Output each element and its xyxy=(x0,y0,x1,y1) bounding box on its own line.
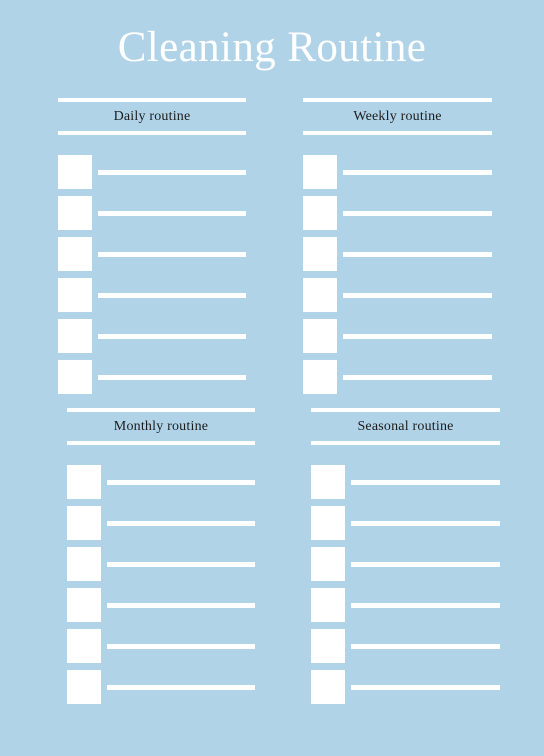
check-row[interactable] xyxy=(311,629,500,663)
write-line[interactable] xyxy=(107,603,255,608)
checkbox[interactable] xyxy=(303,237,337,271)
check-row[interactable] xyxy=(67,547,255,581)
cleaning-routine-page: Cleaning Routine Daily routine Weekly ro… xyxy=(0,0,544,756)
check-row[interactable] xyxy=(303,319,492,353)
checklist-weekly xyxy=(303,155,492,394)
checkbox[interactable] xyxy=(67,588,101,622)
section-header-seasonal: Seasonal routine xyxy=(311,408,500,445)
write-line[interactable] xyxy=(351,562,500,567)
checkbox[interactable] xyxy=(67,629,101,663)
checkbox[interactable] xyxy=(67,465,101,499)
check-row[interactable] xyxy=(58,155,246,189)
checkbox[interactable] xyxy=(311,670,345,704)
checkbox[interactable] xyxy=(58,155,92,189)
write-line[interactable] xyxy=(98,252,246,257)
checkbox[interactable] xyxy=(311,547,345,581)
checkbox[interactable] xyxy=(67,670,101,704)
check-row[interactable] xyxy=(311,547,500,581)
section-daily: Daily routine xyxy=(58,98,246,394)
section-seasonal: Seasonal routine xyxy=(311,408,500,704)
check-row[interactable] xyxy=(58,278,246,312)
checkbox[interactable] xyxy=(67,547,101,581)
section-header-monthly: Monthly routine xyxy=(67,408,255,445)
checkbox[interactable] xyxy=(58,360,92,394)
section-rule-bottom xyxy=(303,131,492,135)
check-row[interactable] xyxy=(303,237,492,271)
section-rule-bottom xyxy=(58,131,246,135)
write-line[interactable] xyxy=(107,685,255,690)
checkbox[interactable] xyxy=(58,319,92,353)
check-row[interactable] xyxy=(67,670,255,704)
write-line[interactable] xyxy=(98,170,246,175)
check-row[interactable] xyxy=(311,465,500,499)
section-header-daily: Daily routine xyxy=(58,98,246,135)
write-line[interactable] xyxy=(351,603,500,608)
checklist-seasonal xyxy=(311,465,500,704)
section-rule-bottom xyxy=(67,441,255,445)
write-line[interactable] xyxy=(351,644,500,649)
check-row[interactable] xyxy=(303,278,492,312)
checkbox[interactable] xyxy=(311,629,345,663)
write-line[interactable] xyxy=(351,685,500,690)
write-line[interactable] xyxy=(343,211,492,216)
write-line[interactable] xyxy=(343,252,492,257)
check-row[interactable] xyxy=(303,155,492,189)
section-header-weekly: Weekly routine xyxy=(303,98,492,135)
checkbox[interactable] xyxy=(311,465,345,499)
page-title: Cleaning Routine xyxy=(117,24,427,71)
checkbox[interactable] xyxy=(58,196,92,230)
checkbox[interactable] xyxy=(311,588,345,622)
write-line[interactable] xyxy=(351,480,500,485)
checkbox[interactable] xyxy=(58,237,92,271)
check-row[interactable] xyxy=(58,360,246,394)
write-line[interactable] xyxy=(98,334,246,339)
checkbox[interactable] xyxy=(303,278,337,312)
check-row[interactable] xyxy=(311,670,500,704)
checklist-daily xyxy=(58,155,246,394)
write-line[interactable] xyxy=(351,521,500,526)
write-line[interactable] xyxy=(343,170,492,175)
section-title-weekly: Weekly routine xyxy=(353,109,442,124)
check-row[interactable] xyxy=(58,319,246,353)
section-title-daily: Daily routine xyxy=(113,109,191,124)
write-line[interactable] xyxy=(107,644,255,649)
write-line[interactable] xyxy=(343,334,492,339)
section-title-seasonal: Seasonal routine xyxy=(357,419,454,434)
checkbox[interactable] xyxy=(303,155,337,189)
section-monthly: Monthly routine xyxy=(67,408,255,704)
check-row[interactable] xyxy=(311,506,500,540)
check-row[interactable] xyxy=(311,588,500,622)
check-row[interactable] xyxy=(58,237,246,271)
checkbox[interactable] xyxy=(303,196,337,230)
check-row[interactable] xyxy=(67,506,255,540)
check-row[interactable] xyxy=(303,360,492,394)
checkbox[interactable] xyxy=(58,278,92,312)
section-rule-bottom xyxy=(311,441,500,445)
checklist-monthly xyxy=(67,465,255,704)
checkbox[interactable] xyxy=(303,319,337,353)
write-line[interactable] xyxy=(98,293,246,298)
write-line[interactable] xyxy=(343,375,492,380)
checkbox[interactable] xyxy=(67,506,101,540)
write-line[interactable] xyxy=(107,480,255,485)
write-line[interactable] xyxy=(98,211,246,216)
check-row[interactable] xyxy=(67,588,255,622)
write-line[interactable] xyxy=(107,562,255,567)
check-row[interactable] xyxy=(67,629,255,663)
section-title-monthly: Monthly routine xyxy=(113,419,209,434)
write-line[interactable] xyxy=(107,521,255,526)
check-row[interactable] xyxy=(58,196,246,230)
write-line[interactable] xyxy=(98,375,246,380)
check-row[interactable] xyxy=(303,196,492,230)
checkbox[interactable] xyxy=(303,360,337,394)
checkbox[interactable] xyxy=(311,506,345,540)
write-line[interactable] xyxy=(343,293,492,298)
section-weekly: Weekly routine xyxy=(303,98,492,394)
check-row[interactable] xyxy=(67,465,255,499)
